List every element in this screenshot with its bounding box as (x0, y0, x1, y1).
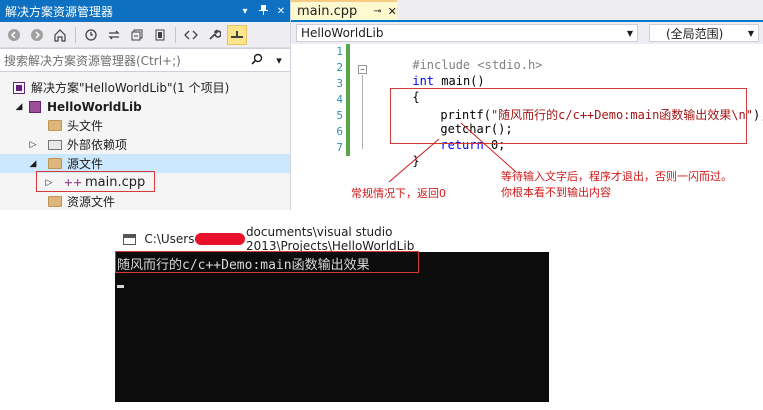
tree-item-external-deps[interactable]: ▷ 外部依赖项 (26, 135, 127, 154)
tree-item-label: 源文件 (67, 157, 104, 171)
collapse-all-icon[interactable] (127, 25, 147, 45)
editor-tab-bar: main.cpp ⊸ ✕ (291, 0, 763, 22)
tree-item-label: 解决方案"HelloWorldLib"(1 个项目) (31, 81, 230, 95)
expanded-arrow-icon[interactable]: ◢ (12, 102, 26, 112)
toolbar-separator (75, 26, 76, 43)
folder-icon (46, 157, 64, 171)
solution-explorer-title-bar: 解决方案资源管理器 ▾ ✕ (0, 0, 290, 22)
properties-wrench-icon[interactable] (204, 25, 224, 45)
project-scope-dropdown[interactable]: HelloWorldLib ▼ (296, 24, 638, 42)
pin-icon[interactable] (254, 4, 272, 18)
solution-explorer-panel: 解决方案资源管理器 ▾ ✕ 搜索解决方案资源管理器(Ctrl+;) ▾ 解决方案… (0, 0, 291, 210)
project-scope-value: HelloWorldLib (301, 26, 384, 40)
solution-explorer-search[interactable]: 搜索解决方案资源管理器(Ctrl+;) ▾ (0, 48, 290, 72)
console-output-area[interactable]: 随风而行的c/c++Demo:main函数输出效果 (115, 251, 549, 402)
folder-icon (46, 195, 64, 209)
console-title-prefix: C:\Users (144, 232, 195, 246)
tab-label: main.cpp (297, 3, 358, 19)
history-icon[interactable] (81, 25, 101, 45)
solution-explorer-title: 解决方案资源管理器 (5, 4, 114, 19)
folder-icon (46, 119, 64, 133)
pin-tab-icon[interactable]: ⊸ (373, 6, 381, 17)
highlight-main-cpp-box (36, 171, 155, 192)
panel-dropdown-icon[interactable]: ▾ (236, 6, 254, 17)
global-scope-value: (全局范围) (666, 26, 724, 41)
global-scope-dropdown[interactable]: (全局范围) ▼ (649, 24, 759, 42)
tree-item-solution[interactable]: 解决方案"HelloWorldLib"(1 个项目) (10, 78, 229, 97)
chevron-down-icon[interactable]: ▼ (744, 29, 758, 38)
back-icon[interactable] (4, 25, 24, 45)
tree-item-project[interactable]: ◢ HelloWorldLib (12, 97, 142, 116)
editor-navigation-bar: HelloWorldLib ▼ (全局范围) ▼ (291, 22, 763, 44)
search-icon[interactable] (246, 53, 268, 68)
forward-icon[interactable] (27, 25, 47, 45)
getchar-annotation-line1: 等待输入文字后，程序才退出，否则一闪而过。 (501, 170, 732, 183)
collapsed-arrow-icon[interactable]: ▷ (26, 140, 40, 150)
view-code-icon[interactable] (181, 25, 201, 45)
expanded-arrow-icon[interactable]: ◢ (26, 159, 40, 169)
home-icon[interactable] (50, 25, 70, 45)
console-cursor (117, 285, 124, 288)
tree-item-header-files[interactable]: 头文件 (46, 116, 103, 135)
tab-main-cpp[interactable]: main.cpp ⊸ ✕ (291, 0, 397, 20)
sync-icon[interactable] (104, 25, 124, 45)
tree-item-label: 资源文件 (67, 195, 116, 209)
redacted-username-mark (195, 233, 245, 245)
console-window-icon (123, 233, 137, 245)
external-deps-icon (46, 138, 64, 152)
solution-icon (10, 81, 28, 95)
tree-item-label: HelloWorldLib (47, 99, 142, 114)
search-input[interactable]: 搜索解决方案资源管理器(Ctrl+;) (4, 52, 246, 69)
toolbar-separator (175, 26, 176, 43)
console-title-suffix: documents\visual studio 2013\Projects\He… (245, 225, 415, 253)
return-annotation: 常规情况下，返回0 (351, 187, 446, 200)
arrow-to-return (388, 138, 440, 183)
search-options-chevron-icon[interactable]: ▾ (268, 54, 290, 67)
console-title-bar: C:\Users documents\visual studio 2013\Pr… (115, 225, 549, 253)
getchar-annotation-line2: 你根本看不到输出内容 (501, 186, 611, 199)
tree-item-resource-files[interactable]: 资源文件 (46, 192, 115, 211)
highlight-output-box (115, 251, 419, 273)
tree-item-label: 外部依赖项 (67, 138, 128, 152)
solution-explorer-toolbar (0, 22, 290, 48)
close-tab-icon[interactable]: ✕ (388, 5, 397, 18)
code-editor: main.cpp ⊸ ✕ HelloWorldLib ▼ (全局范围) ▼ 1 … (291, 0, 763, 210)
show-all-files-icon[interactable] (150, 25, 170, 45)
chevron-down-icon[interactable]: ▼ (623, 29, 637, 38)
project-icon (26, 100, 44, 114)
code-area[interactable]: 1 2 3 4 5 6 7 − #include <stdio.h> int m… (291, 44, 763, 210)
close-icon[interactable]: ✕ (272, 6, 290, 17)
arrow-to-getchar (460, 122, 517, 173)
tree-item-label: 头文件 (67, 119, 104, 133)
console-window: C:\Users documents\visual studio 2013\Pr… (115, 225, 549, 402)
preview-selected-icon[interactable] (227, 24, 247, 45)
